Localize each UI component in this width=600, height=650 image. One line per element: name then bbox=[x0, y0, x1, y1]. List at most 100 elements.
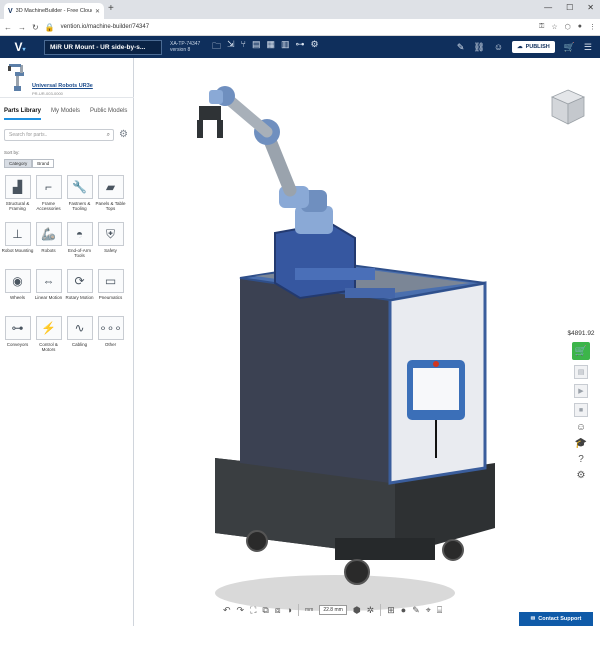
category-control-motors[interactable]: ⚡ Control & Motors bbox=[35, 316, 62, 360]
viewport-canvas[interactable]: $4891.92 🛒 ▤ ▶ ■ ☺ 🎓 ? ⚙ bbox=[135, 58, 600, 626]
sort-by-label: Sort by: bbox=[4, 150, 20, 155]
conveyor-icon: ⊶ bbox=[4, 316, 31, 340]
url-field[interactable]: vention.io/machine-builder/74347 bbox=[61, 24, 533, 30]
frame-icon: ▟ bbox=[4, 175, 31, 199]
hamburger-menu-icon[interactable]: ☰ bbox=[584, 42, 592, 53]
document-icon[interactable]: ▤ bbox=[252, 39, 261, 55]
toolbar-separator bbox=[298, 604, 300, 616]
category-safety[interactable]: ⛨ Safety bbox=[97, 222, 124, 266]
tab-parts-library[interactable]: Parts Library bbox=[4, 108, 42, 120]
close-tab-icon[interactable]: ✕ bbox=[95, 8, 100, 15]
category-label: Fastners & Tooling bbox=[68, 201, 91, 211]
measure-icon[interactable]: ✎ bbox=[457, 42, 465, 53]
publish-button[interactable]: ☁ PUBLISH bbox=[512, 41, 555, 53]
category-frame-accessories[interactable]: ⌐ Frame Accessories bbox=[35, 175, 62, 219]
category-cabling[interactable]: ∿ Cabling bbox=[66, 316, 93, 360]
star-icon[interactable]: ☆ bbox=[551, 23, 557, 31]
maximize-icon[interactable]: ☐ bbox=[566, 3, 573, 12]
import-icon[interactable]: ⇲ bbox=[227, 39, 235, 55]
category-end-of-arm-tools[interactable]: ◓ End-of-Arm Tools bbox=[66, 222, 93, 266]
category-wheels[interactable]: ◉ Wheels bbox=[4, 269, 31, 313]
category-label: Safety bbox=[104, 248, 117, 253]
cube-icon[interactable]: ⬢ bbox=[353, 605, 361, 616]
library-tabs: Parts Library My Models Public Models bbox=[0, 108, 134, 120]
selected-component[interactable]: Universal Robots UR3e PR-UR-003-0000 bbox=[0, 58, 134, 98]
category-label: Linear Motion bbox=[34, 295, 63, 300]
bom-icon[interactable]: ▤ bbox=[574, 365, 588, 379]
motor-icon: ⚡ bbox=[35, 316, 62, 340]
sort-category-button[interactable]: Category bbox=[4, 159, 33, 168]
category-label: Control & Motors bbox=[39, 342, 58, 352]
add-to-cart-button[interactable]: 🛒 bbox=[572, 342, 590, 360]
copy-icon[interactable]: ⧉ bbox=[262, 605, 268, 616]
cart-icon[interactable]: 🛒 bbox=[564, 42, 575, 53]
sort-toggle: Category Brand bbox=[4, 159, 55, 168]
open-folder-icon[interactable]: 🗀 bbox=[212, 39, 221, 55]
browser-tab[interactable]: V 3D MachineBuilder - Free Cloud ✕ bbox=[4, 3, 104, 19]
category-label: Rotary Motion bbox=[65, 295, 94, 300]
drawing-icon[interactable]: ▦ bbox=[266, 39, 275, 55]
search-input[interactable]: Search for parts.. ⌕ bbox=[4, 129, 114, 141]
redo-icon[interactable]: ↷ bbox=[237, 605, 245, 616]
undo-icon[interactable]: ↶ bbox=[223, 605, 231, 616]
category-pneumatics[interactable]: ▭ Pneumatics bbox=[97, 269, 124, 313]
project-name[interactable]: MiR UR Mount - UR side-by-s... bbox=[44, 39, 162, 55]
category-robots[interactable]: 🦾 Robots bbox=[35, 222, 62, 266]
pdf-icon[interactable]: ▥ bbox=[281, 39, 290, 55]
group-icon[interactable]: ⧈ bbox=[275, 605, 281, 616]
robot-settings-icon[interactable]: ⚙ bbox=[311, 39, 319, 55]
new-tab-icon[interactable]: + bbox=[108, 3, 114, 14]
forward-icon[interactable]: → bbox=[18, 23, 26, 32]
vention-logo-icon[interactable]: V▾ bbox=[0, 40, 40, 54]
share-icon[interactable]: ⊶ bbox=[296, 39, 305, 55]
category-conveyors[interactable]: ⊶ Conveyors bbox=[4, 316, 31, 360]
search-icon[interactable]: ⌕ bbox=[107, 132, 110, 139]
minimize-icon[interactable]: — bbox=[544, 3, 552, 12]
category-structural-framing[interactable]: ▟ Structural & Framing bbox=[4, 175, 31, 219]
tab-public-models[interactable]: Public Models bbox=[90, 108, 127, 120]
snap-distance-select[interactable]: 22.8 mm bbox=[319, 605, 347, 615]
user-add-icon[interactable]: ☺ bbox=[494, 42, 503, 52]
sort-brand-button[interactable]: Brand bbox=[32, 159, 55, 168]
extension-icon[interactable]: ⬡ bbox=[565, 23, 571, 31]
chat-icon: ✉ bbox=[530, 616, 536, 622]
bracket-icon: ⌐ bbox=[35, 175, 62, 199]
category-fastners-tooling[interactable]: 🔧 Fastners & Tooling bbox=[66, 175, 93, 219]
contact-support-button[interactable]: ✉ Contact Support bbox=[519, 612, 593, 626]
graduation-cap-icon[interactable]: 🎓 bbox=[575, 438, 587, 449]
link-icon[interactable]: ⛓ bbox=[473, 42, 484, 53]
other-icon: ∘∘∘ bbox=[97, 316, 124, 340]
reload-icon[interactable]: ↻ bbox=[32, 23, 39, 32]
profile-icon[interactable]: ● bbox=[578, 23, 582, 31]
key-icon[interactable]: ⚿ bbox=[539, 23, 544, 31]
browser-menu-icon[interactable]: ⋮ bbox=[589, 23, 596, 31]
category-robot-mounting[interactable]: ⊥ Robot Mounting bbox=[2, 222, 33, 266]
user-avatar-icon[interactable]: ☺ bbox=[576, 422, 586, 433]
project-meta: XA-TP-74347 version 8 bbox=[170, 41, 204, 53]
tag-icon[interactable]: ⌖ bbox=[426, 605, 431, 616]
play-icon[interactable]: ▶ bbox=[574, 384, 588, 398]
view-cube[interactable] bbox=[550, 88, 586, 126]
category-linear-motion[interactable]: ⇔ Linear Motion bbox=[35, 269, 62, 313]
help-icon[interactable]: ? bbox=[578, 454, 584, 465]
back-icon[interactable]: ← bbox=[4, 23, 12, 32]
library-settings-gear-icon[interactable]: ⚙ bbox=[119, 129, 128, 140]
category-panels-table-tops[interactable]: ▰ Panels & Table Tops bbox=[96, 175, 125, 219]
explode-icon[interactable]: ✲ bbox=[367, 605, 375, 616]
category-rotary-motion[interactable]: ⟳ Rotary Motion bbox=[65, 269, 94, 313]
component-name[interactable]: Universal Robots UR3e bbox=[32, 83, 93, 89]
pencil-icon[interactable]: ✎ bbox=[412, 605, 420, 616]
camera-icon[interactable]: ⌸ bbox=[437, 605, 442, 616]
hierarchy-icon[interactable]: ⊞ bbox=[387, 605, 395, 616]
branch-icon[interactable]: ⑂ bbox=[241, 39, 246, 55]
bomb-icon[interactable]: ● bbox=[401, 605, 406, 615]
fit-view-icon[interactable]: ⛶ bbox=[250, 605, 256, 616]
category-label: Robots bbox=[41, 248, 56, 253]
category-other[interactable]: ∘∘∘ Other bbox=[97, 316, 124, 360]
settings-gear-icon[interactable]: ⚙ bbox=[577, 470, 586, 481]
stop-icon[interactable]: ■ bbox=[574, 403, 588, 417]
project-version: version 8 bbox=[170, 47, 191, 53]
color-icon[interactable]: ◑ bbox=[287, 605, 292, 615]
close-window-icon[interactable]: ✕ bbox=[587, 3, 594, 12]
tab-my-models[interactable]: My Models bbox=[51, 108, 80, 120]
